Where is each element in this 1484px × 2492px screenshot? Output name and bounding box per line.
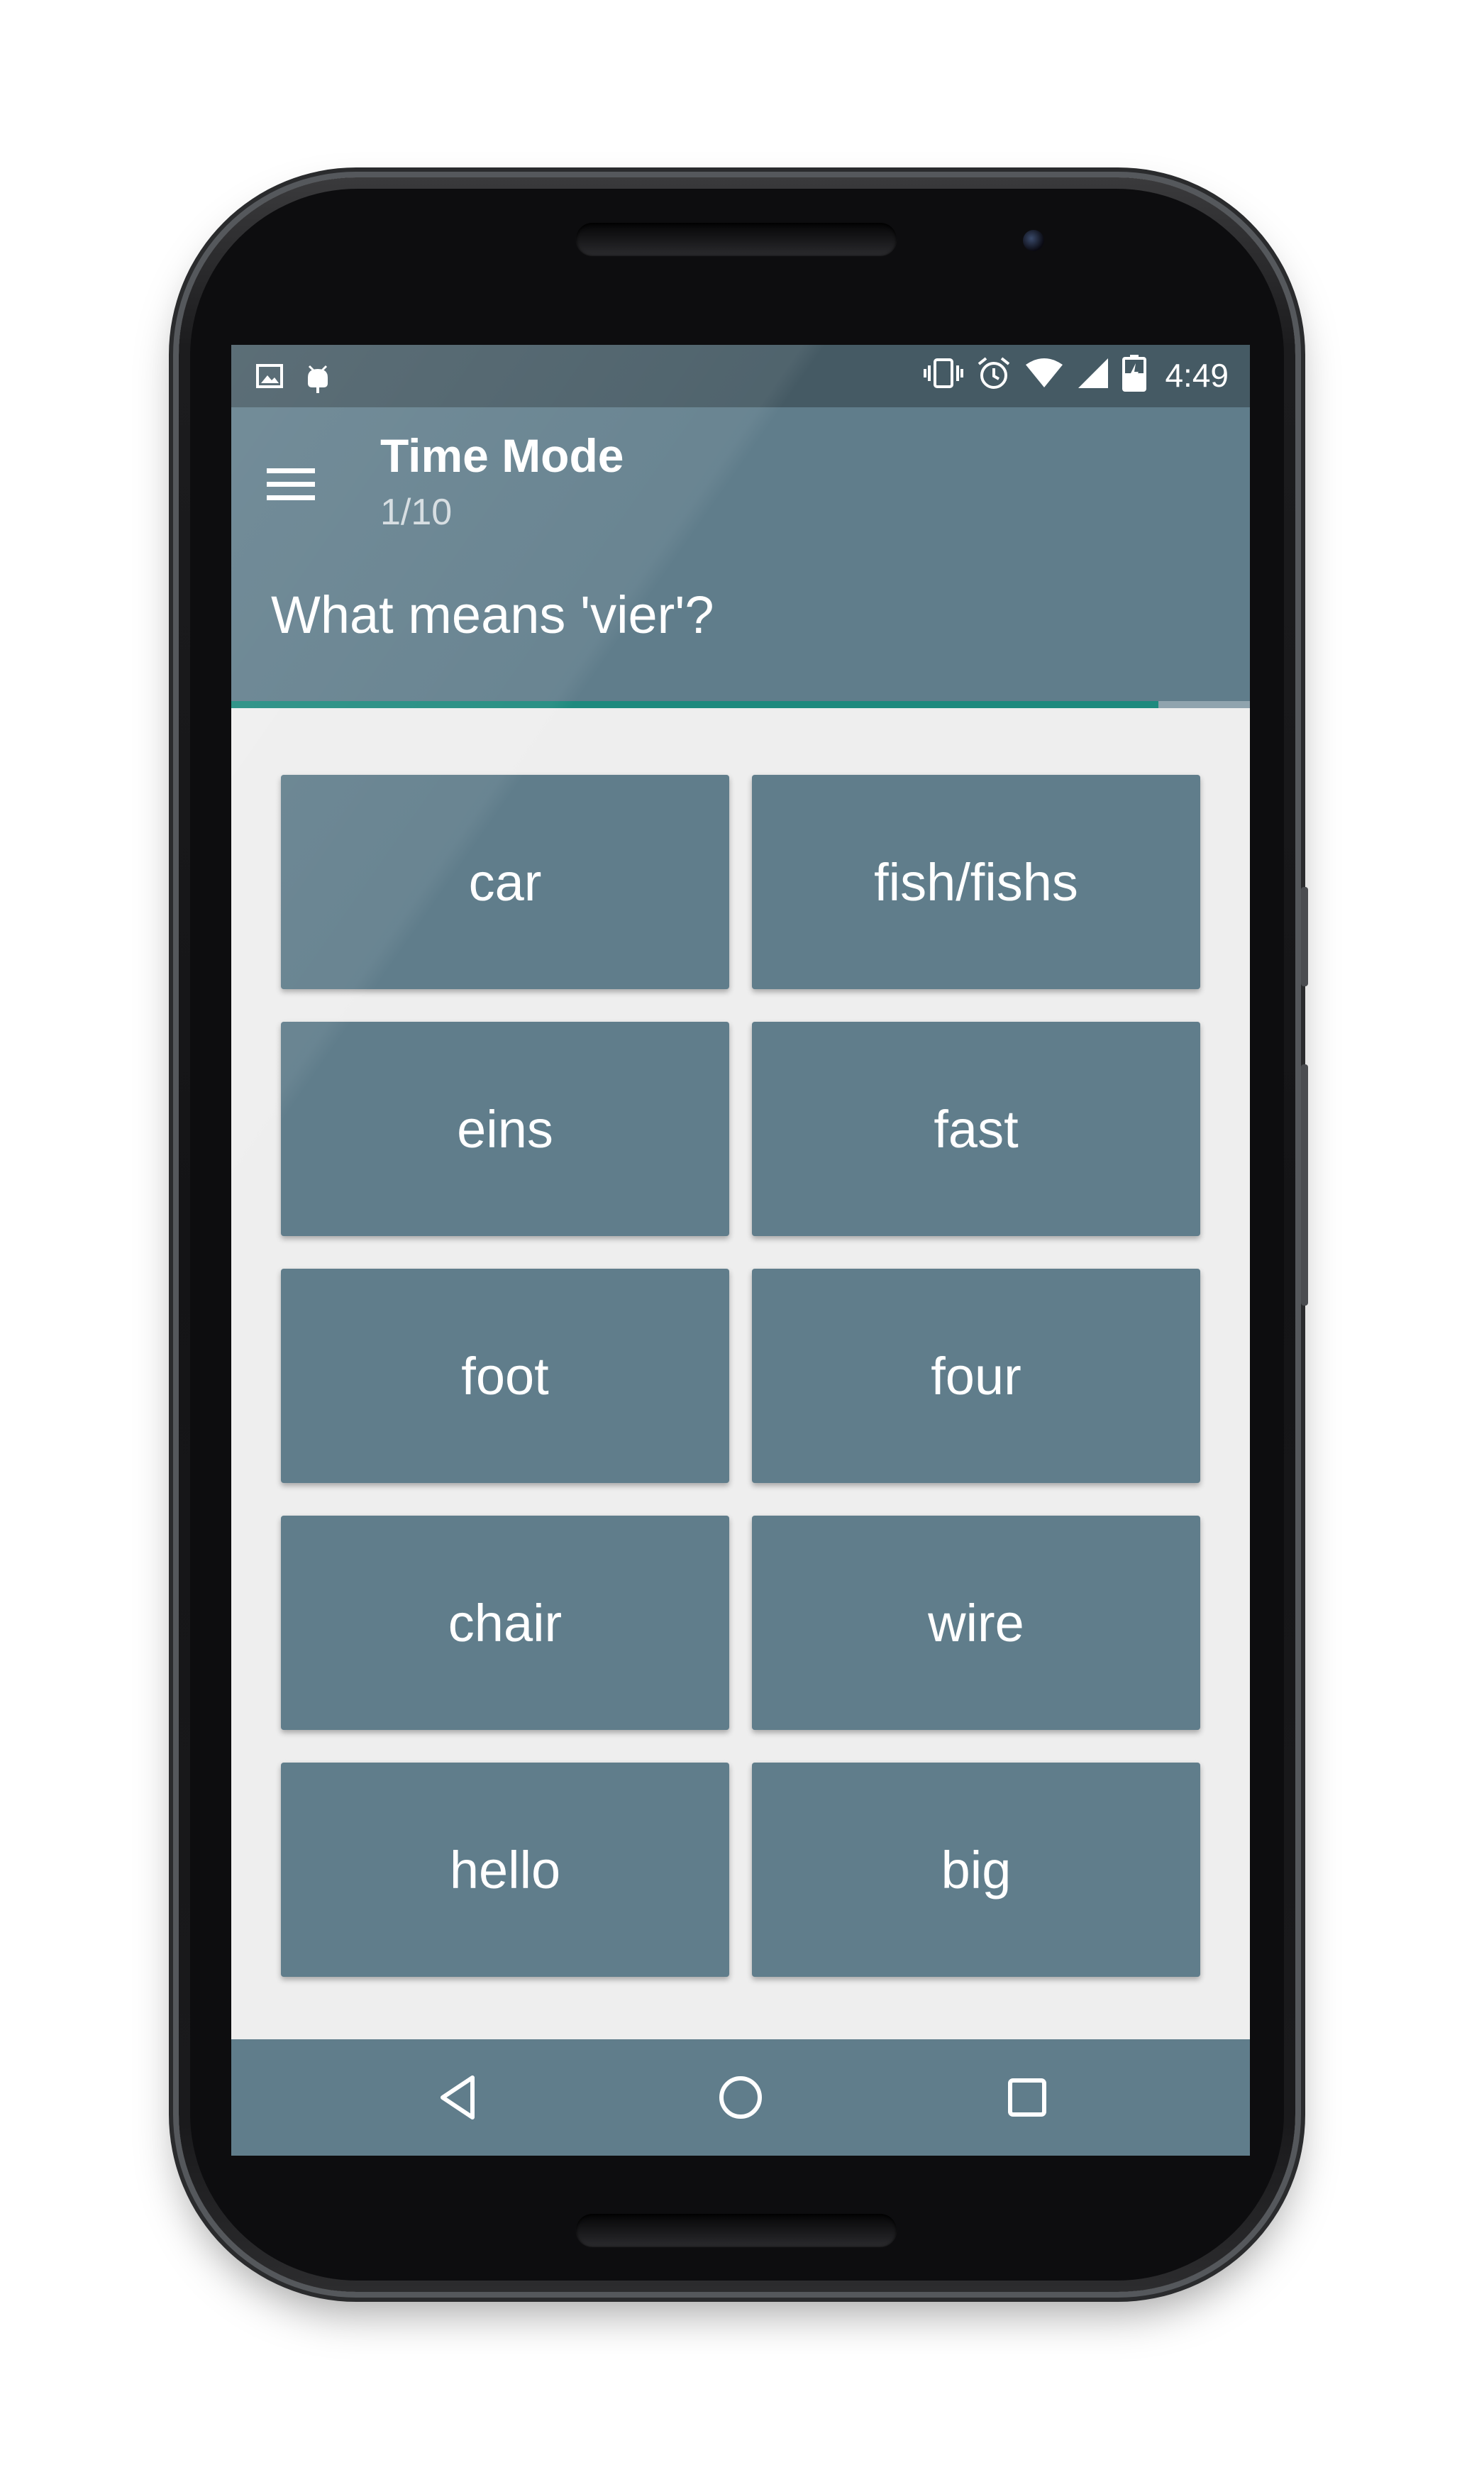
home-icon[interactable] (712, 2069, 769, 2126)
timer-progress-fill (231, 701, 1158, 708)
answer-button[interactable]: big (752, 1763, 1200, 1977)
answer-button[interactable]: chair (281, 1516, 729, 1730)
volume-rocker (1301, 1064, 1308, 1306)
toolbar: Time Mode 1/10 What means 'vier'? (231, 407, 1250, 705)
top-speaker (576, 223, 897, 255)
recents-icon[interactable] (999, 2069, 1056, 2126)
toolbar-subtitle: 1/10 (380, 492, 453, 533)
device-mockup: 4:49 Time Mode 1/10 What means 'vier'? c… (0, 0, 1484, 2492)
wifi-icon (1024, 358, 1064, 392)
answer-button[interactable]: four (752, 1269, 1200, 1483)
toolbar-title: Time Mode (380, 429, 624, 482)
answer-button[interactable]: car (281, 775, 729, 989)
status-time: 4:49 (1165, 356, 1229, 394)
navigation-bar (231, 2039, 1250, 2156)
image-icon (255, 362, 284, 394)
answer-button[interactable]: fish/fishs (752, 775, 1200, 989)
android-debug-icon (304, 359, 332, 397)
signal-icon (1077, 357, 1109, 393)
question-text: What means 'vier'? (271, 585, 714, 644)
hamburger-menu-icon[interactable] (267, 456, 323, 512)
answer-button[interactable]: fast (752, 1022, 1200, 1236)
answer-button[interactable]: eins (281, 1022, 729, 1236)
status-bar: 4:49 (231, 345, 1250, 407)
answer-button[interactable]: hello (281, 1763, 729, 1977)
answer-button[interactable]: wire (752, 1516, 1200, 1730)
front-camera (1023, 230, 1044, 251)
answer-button[interactable]: foot (281, 1269, 729, 1483)
battery-charging-icon (1122, 355, 1147, 395)
bottom-speaker (576, 2214, 897, 2246)
answer-grid: car fish/fishs eins fast foot four chair… (281, 775, 1200, 1977)
power-button (1301, 887, 1308, 986)
timer-progress-bar (231, 701, 1250, 708)
back-icon[interactable] (431, 2069, 488, 2126)
vibrate-icon (924, 355, 964, 395)
alarm-icon (976, 355, 1012, 395)
app-screen: 4:49 Time Mode 1/10 What means 'vier'? c… (231, 345, 1250, 2156)
